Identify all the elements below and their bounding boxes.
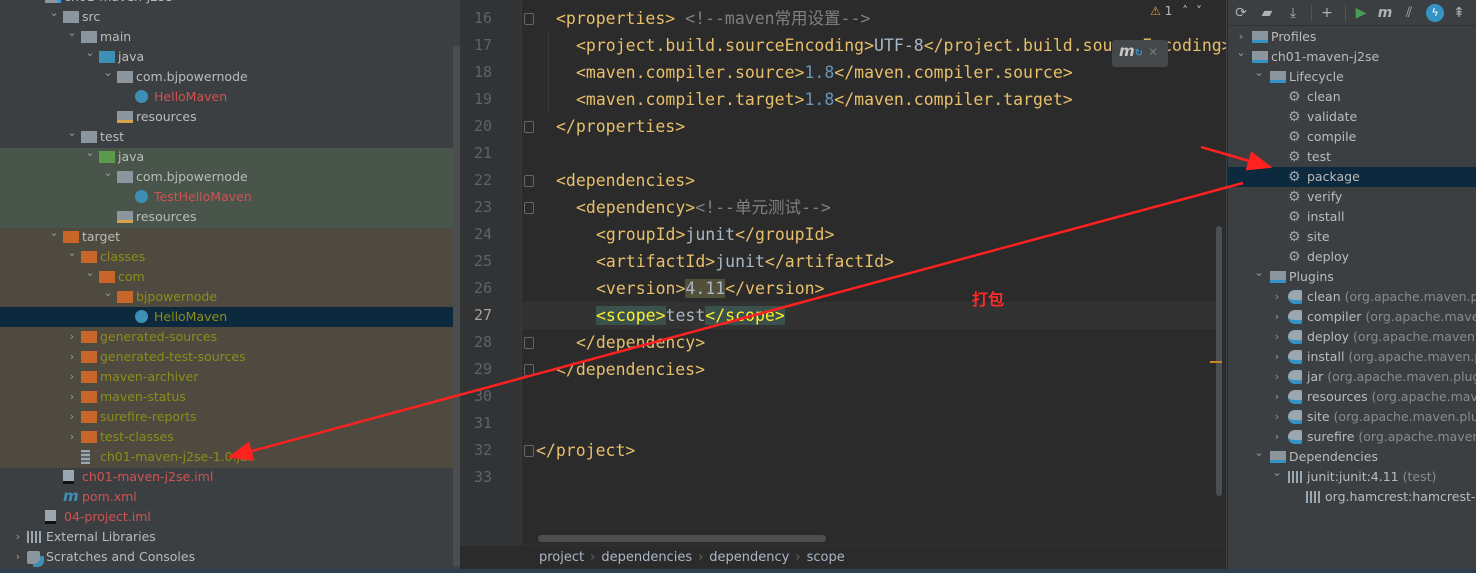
- annotation-arrows: [227, 145, 1273, 461]
- arrow-to-jar: [227, 181, 1244, 461]
- annotation-label: 打包: [972, 290, 1005, 309]
- status-bar: [0, 569, 1476, 573]
- arrow-to-package: [1200, 145, 1273, 171]
